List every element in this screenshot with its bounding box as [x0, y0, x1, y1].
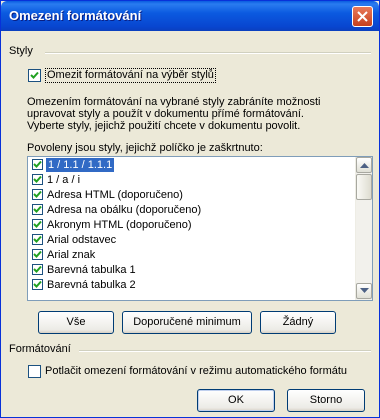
list-item-label: Adresa HTML (doporučeno): [47, 189, 183, 201]
list-item-checkbox[interactable]: [32, 279, 43, 290]
list-item[interactable]: Barevná tabulka 2: [30, 278, 352, 292]
window-title: Omezení formátování: [9, 8, 142, 23]
check-icon: [33, 220, 42, 228]
list-item-checkbox[interactable]: [32, 204, 43, 215]
list-item[interactable]: Adresa na obálku (doporučeno): [30, 203, 352, 217]
list-item-checkbox[interactable]: [32, 249, 43, 260]
list-item-label: Adresa na obálku (doporučeno): [47, 204, 202, 216]
ok-button[interactable]: OK: [197, 389, 275, 412]
check-icon: [33, 265, 42, 273]
list-item[interactable]: Adresa HTML (doporučeno): [30, 188, 352, 202]
select-none-button[interactable]: Žádný: [260, 311, 336, 334]
limit-formatting-checkbox[interactable]: [28, 69, 41, 82]
check-icon: [30, 71, 39, 79]
description-line-1: Omezením formátování na vybrané styly za…: [27, 96, 321, 108]
list-item-checkbox[interactable]: [32, 219, 43, 230]
formatting-section-label: Formátování: [9, 343, 71, 355]
listbox-scrollbar[interactable]: [355, 157, 372, 300]
cancel-button[interactable]: Storno: [287, 389, 365, 412]
list-item-checkbox[interactable]: [32, 159, 43, 170]
formatting-section-divider: [79, 350, 371, 352]
list-item-label: 1 / a / i: [47, 174, 81, 186]
list-item[interactable]: Arial odstavec: [30, 233, 352, 247]
dialog-window: Omezení formátování Styly Omezit formáto…: [0, 0, 380, 418]
scroll-down-button[interactable]: [356, 283, 372, 299]
allowed-styles-label: Povoleny jsou styly, jejichž políčko je …: [27, 142, 263, 154]
list-item-label: Akronym HTML (doporučeno): [47, 219, 192, 231]
styles-section-divider: [45, 52, 371, 54]
list-item-checkbox[interactable]: [32, 264, 43, 275]
suppress-restrictions-checkbox[interactable]: [28, 365, 41, 378]
styles-section-label: Styly: [9, 45, 33, 57]
scroll-thumb[interactable]: [356, 174, 372, 200]
list-item[interactable]: 1 / 1.1 / 1.1.1: [30, 158, 352, 172]
check-icon: [33, 190, 42, 198]
list-item-checkbox[interactable]: [32, 189, 43, 200]
list-item-label: Arial odstavec: [47, 234, 117, 246]
scroll-down-arrow-icon: [360, 288, 369, 293]
list-item-label: Barevná tabulka 2: [47, 279, 136, 291]
check-icon: [33, 280, 42, 288]
close-button[interactable]: [352, 6, 373, 27]
title-bar[interactable]: Omezení formátování: [1, 1, 379, 31]
list-item-checkbox[interactable]: [32, 234, 43, 245]
list-item[interactable]: Akronym HTML (doporučeno): [30, 218, 352, 232]
list-item-label: Barevná tabulka 1: [47, 264, 136, 276]
check-icon: [33, 235, 42, 243]
recommended-minimum-button[interactable]: Doporučené minimum: [122, 311, 252, 334]
list-item-label: Arial znak: [47, 249, 96, 261]
check-icon: [33, 175, 42, 183]
list-item[interactable]: Barevná tabulka 1: [30, 263, 352, 277]
limit-formatting-label[interactable]: Omezit formátování na výběr stylů: [45, 68, 216, 83]
close-icon: [357, 11, 368, 22]
scroll-up-arrow-icon: [360, 163, 369, 168]
check-icon: [33, 160, 42, 168]
description-line-3: Vyberte styly, jejichž použití chcete v …: [27, 120, 301, 132]
scroll-up-button[interactable]: [356, 157, 372, 173]
list-item-checkbox[interactable]: [32, 174, 43, 185]
list-item-label: 1 / 1.1 / 1.1.1: [46, 158, 115, 172]
list-item[interactable]: 1 / a / i: [30, 173, 352, 187]
suppress-restrictions-label[interactable]: Potlačit omezení formátování v režimu au…: [45, 365, 347, 378]
list-item[interactable]: Arial znak: [30, 248, 352, 262]
check-icon: [33, 205, 42, 213]
select-all-button[interactable]: Vše: [38, 311, 114, 334]
description-line-2: upravovat styly a použít v dokumentu pří…: [27, 108, 304, 120]
check-icon: [33, 250, 42, 258]
styles-listbox[interactable]: 1 / 1.1 / 1.1.1 1 / a / i Adresa HTML (d…: [27, 156, 373, 301]
